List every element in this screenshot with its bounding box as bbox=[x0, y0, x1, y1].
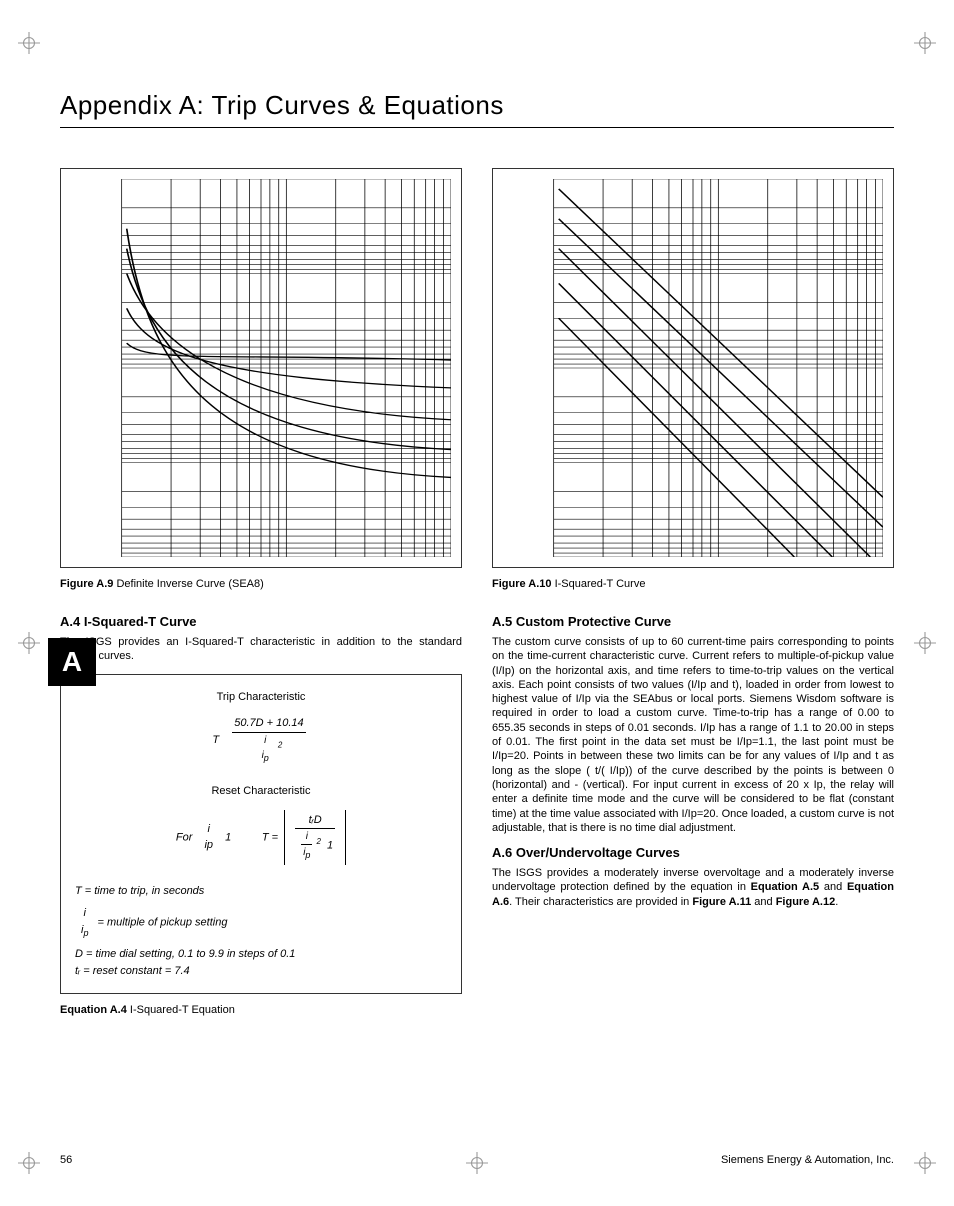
figure-a9-label: Figure A.9 bbox=[60, 578, 113, 590]
page-number: 56 bbox=[60, 1154, 72, 1166]
def-iip: iip = multiple of pickup setting bbox=[75, 905, 447, 940]
registration-mark-icon bbox=[18, 1152, 40, 1174]
two-column-layout: Figure A.9 Definite Inverse Curve (SEA8)… bbox=[60, 168, 894, 1040]
equation-a4-caption: Equation A.4 I-Squared-T Equation bbox=[60, 1004, 462, 1016]
section-a6-text: The ISGS provides a moderately inverse o… bbox=[492, 866, 894, 909]
section-a4-text: The ISGS provides an I-Squared-T charact… bbox=[60, 635, 462, 664]
figure-a10-caption: Figure A.10 I-Squared-T Curve bbox=[492, 578, 894, 590]
registration-mark-icon bbox=[914, 1152, 936, 1174]
registration-mark-icon bbox=[914, 32, 936, 54]
figure-a10-text: I-Squared-T Curve bbox=[555, 578, 646, 590]
def-tr: tᵣ = reset constant = 7.4 bbox=[75, 963, 447, 980]
left-column: Figure A.9 Definite Inverse Curve (SEA8)… bbox=[60, 168, 462, 1040]
section-a4-heading: A.4 I-Squared-T Curve bbox=[60, 614, 462, 629]
trip-equation: T 50.7D + 10.14 iip 2 bbox=[75, 715, 447, 765]
def-T: T = time to trip, in seconds bbox=[75, 883, 447, 900]
page-footer: 56 Siemens Energy & Automation, Inc. bbox=[60, 1154, 894, 1166]
figure-a9-chart bbox=[60, 168, 462, 568]
section-a5-text: The custom curve consists of up to 60 cu… bbox=[492, 635, 894, 835]
registration-mark-icon bbox=[914, 632, 936, 654]
equation-a4-label: Equation A.4 bbox=[60, 1004, 127, 1016]
def-D: D = time dial setting, 0.1 to 9.9 in ste… bbox=[75, 946, 447, 963]
page: Appendix A: Trip Curves & Equations A bbox=[0, 0, 954, 1206]
appendix-title: Appendix A: Trip Curves & Equations bbox=[60, 90, 894, 128]
reset-characteristic-heading: Reset Characteristic bbox=[75, 783, 447, 800]
equation-a4-box: Trip Characteristic T 50.7D + 10.14 iip … bbox=[60, 674, 462, 995]
reset-equation: For i ip 1 T = tᵣD iip2 1 bbox=[75, 810, 447, 865]
figure-a9-text: Definite Inverse Curve (SEA8) bbox=[116, 578, 263, 590]
footer-company: Siemens Energy & Automation, Inc. bbox=[721, 1154, 894, 1166]
appendix-side-tab: A bbox=[48, 638, 96, 686]
figure-a10-chart bbox=[492, 168, 894, 568]
section-a6-heading: A.6 Over/Undervoltage Curves bbox=[492, 845, 894, 860]
registration-mark-icon bbox=[18, 632, 40, 654]
right-column: Figure A.10 I-Squared-T Curve A.5 Custom… bbox=[492, 168, 894, 1040]
figure-a10-label: Figure A.10 bbox=[492, 578, 552, 590]
section-a5-heading: A.5 Custom Protective Curve bbox=[492, 614, 894, 629]
equation-a4-text: I-Squared-T Equation bbox=[130, 1004, 235, 1016]
figure-a9-caption: Figure A.9 Definite Inverse Curve (SEA8) bbox=[60, 578, 462, 590]
trip-characteristic-heading: Trip Characteristic bbox=[75, 689, 447, 706]
equation-definitions: T = time to trip, in seconds iip = multi… bbox=[75, 883, 447, 980]
registration-mark-icon bbox=[18, 32, 40, 54]
